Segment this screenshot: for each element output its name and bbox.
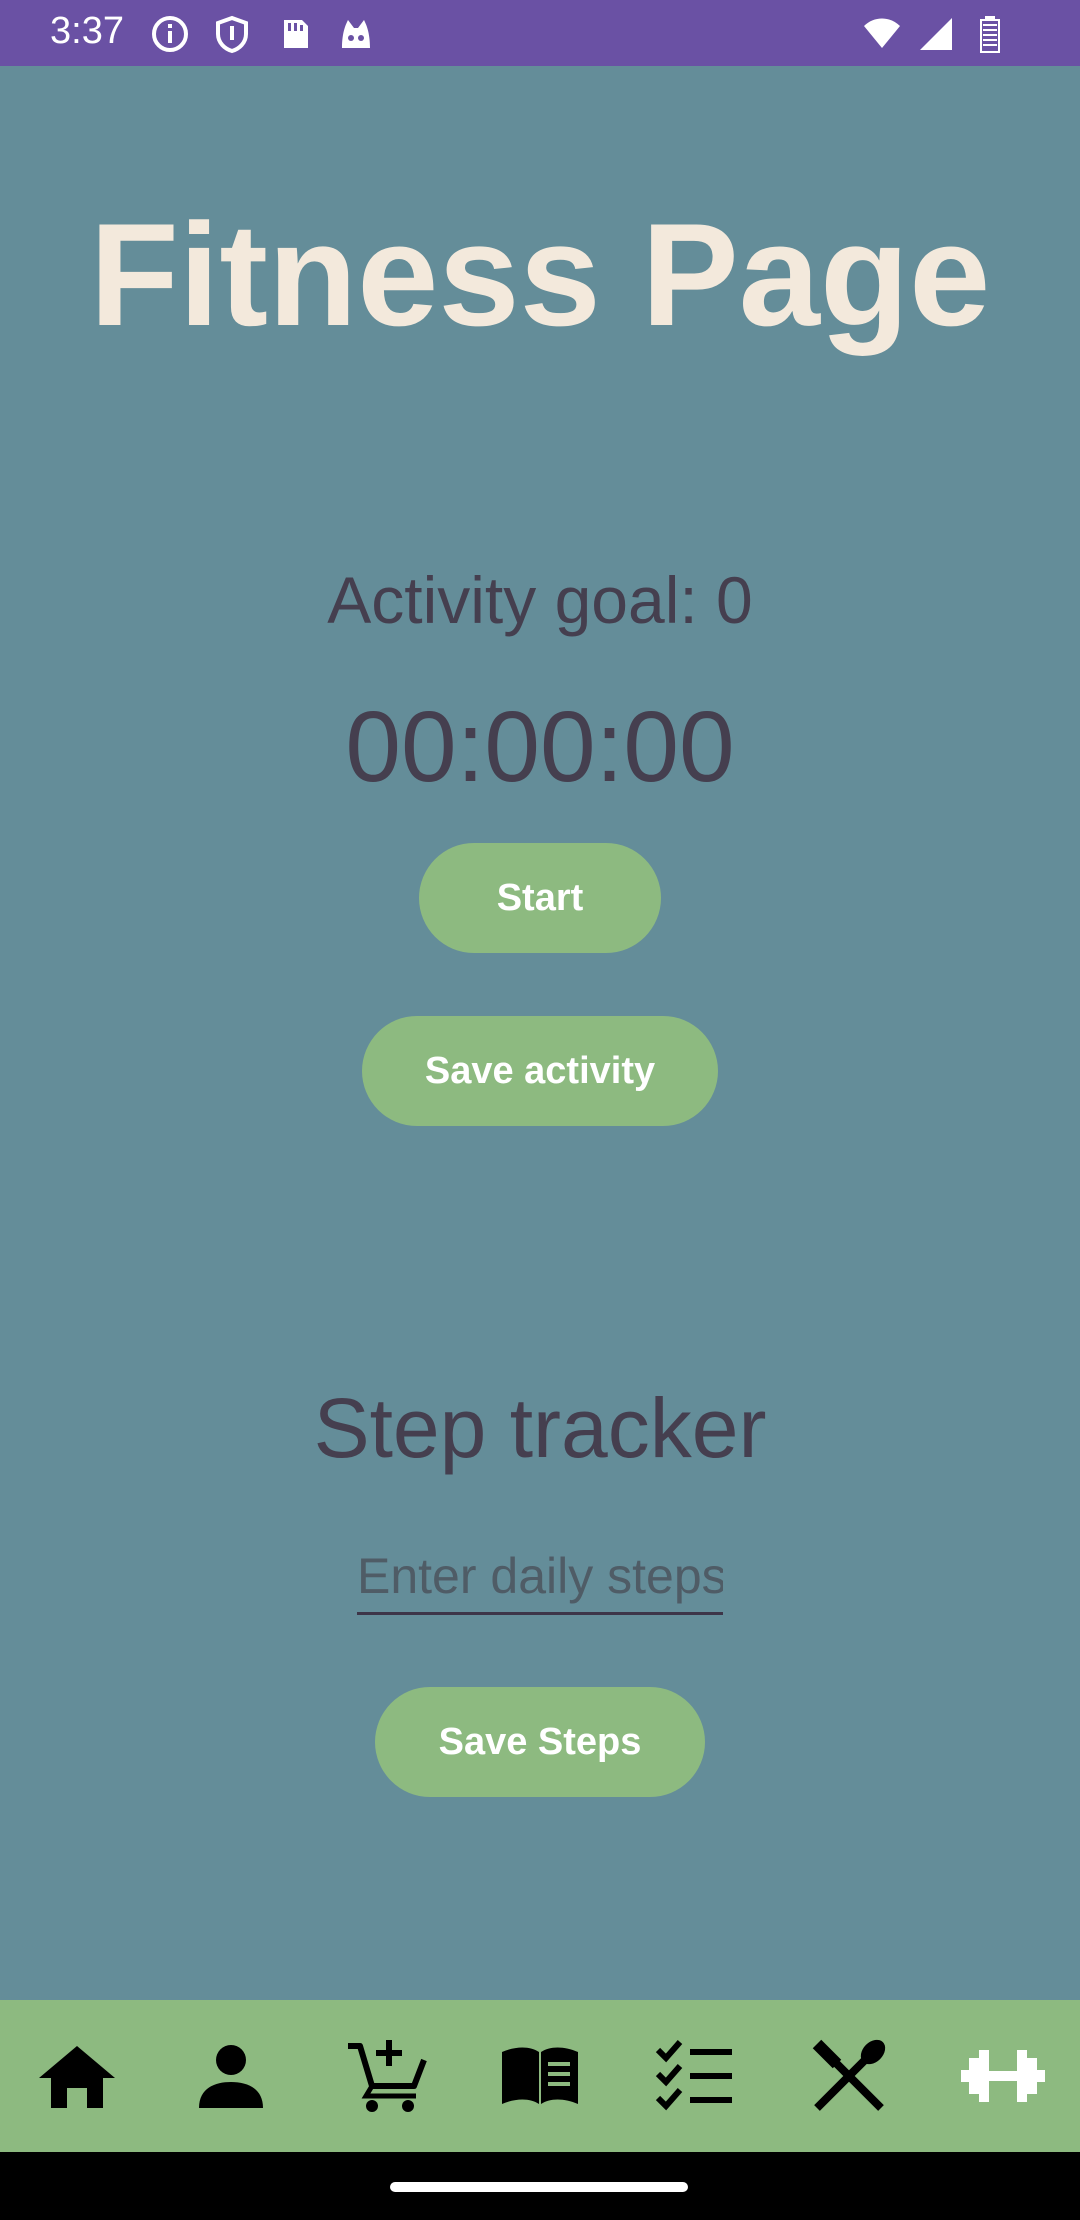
activity-timer: 00:00:00 [345,691,735,803]
activity-goal-label: Activity goal: 0 [327,563,753,637]
sd-card-icon [274,14,314,54]
bottom-navigation [0,2000,1080,2152]
nav-checklist[interactable] [644,2026,744,2126]
nav-recipes[interactable] [490,2026,590,2126]
shield-icon [212,14,252,54]
person-icon [189,2034,273,2118]
nav-home[interactable] [27,2026,127,2126]
battery-icon [970,14,1010,54]
nav-profile[interactable] [181,2026,281,2126]
add-to-cart-icon [344,2034,428,2118]
utensils-icon [807,2034,891,2118]
book-icon [498,2034,582,2118]
checklist-icon [652,2034,736,2118]
daily-steps-input[interactable] [357,1540,723,1615]
step-tracker-title: Step tracker [313,1381,767,1475]
save-steps-button[interactable]: Save Steps [375,1687,705,1797]
cell-signal-icon [916,14,956,54]
dumbbell-icon [960,2034,1045,2118]
nav-shopping[interactable] [336,2026,436,2126]
status-time: 3:37 [50,10,124,52]
cat-face-icon [336,14,376,54]
nav-fitness[interactable] [953,2026,1053,2126]
page-title: Fitness Page [89,193,991,356]
start-button[interactable]: Start [419,843,661,953]
status-icons-right [862,14,1010,54]
info-icon [150,14,190,54]
nav-meals[interactable] [799,2026,899,2126]
status-bar: 3:37 [0,0,1080,66]
save-activity-button[interactable]: Save activity [362,1016,718,1126]
wifi-icon [862,14,902,54]
home-icon [35,2034,119,2118]
home-gesture-handle[interactable] [390,2182,688,2192]
status-icons-left [150,14,376,54]
